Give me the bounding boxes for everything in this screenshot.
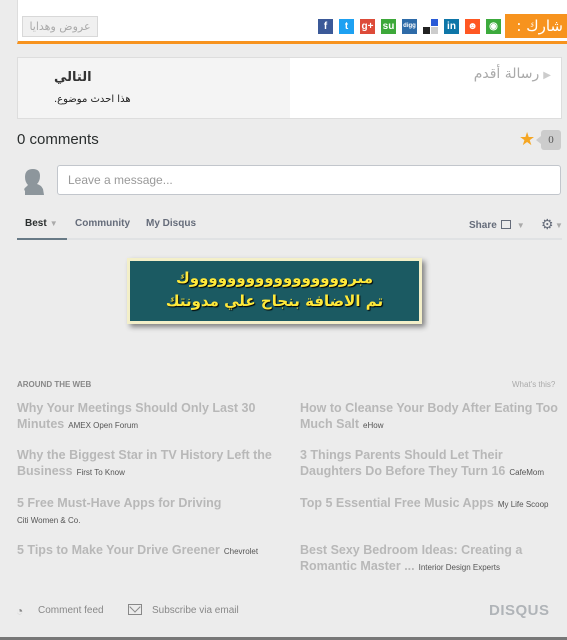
rec-source: eHow <box>363 421 384 430</box>
recommendation-item[interactable]: Top 5 Essential Free Music Apps My Life S… <box>300 495 565 513</box>
chevron-down-icon: ▼ <box>516 221 525 230</box>
rec-source: Interior Design Experts <box>418 563 500 572</box>
disqus-logo[interactable]: DISQUS <box>489 602 550 619</box>
message-input[interactable]: Leave a message... <box>57 165 561 195</box>
share-label: شارك : <box>505 14 567 38</box>
stumbleupon-icon[interactable]: su <box>381 19 396 34</box>
recommendation-item[interactable]: How to Cleanse Your Body After Eating To… <box>300 400 565 434</box>
share-icons: ◉ ☻ in digg su g+ t f <box>318 19 501 34</box>
digg-icon[interactable]: digg <box>402 19 417 34</box>
arrow-right-icon: ▶ <box>543 70 551 81</box>
delicious-icon[interactable] <box>423 19 438 34</box>
chevron-down-icon: ▼ <box>555 221 563 230</box>
email-icon <box>128 604 142 615</box>
offers-button[interactable]: عروض وهدايا <box>22 16 98 37</box>
newer-post-title: التالي <box>54 70 92 85</box>
banner-line-2: تم الاضافة بنجاح علي مدونتك <box>165 292 384 310</box>
chevron-down-icon: ▼ <box>49 219 58 228</box>
around-the-web-title: AROUND THE WEB <box>17 380 92 389</box>
post-navigation: التالي هذا احدث موضوع. ▶رسالة أقدم <box>17 57 562 119</box>
recommendation-item[interactable]: 5 Free Must-Have Apps for Driving Citi Wo… <box>17 495 282 529</box>
banner-line-1: مبروووووووووووووووووك <box>176 269 373 287</box>
rec-source: Citi Women & Co. <box>17 516 81 525</box>
facebook-icon[interactable]: f <box>318 19 333 34</box>
older-post-link[interactable]: ▶رسالة أقدم <box>290 58 561 118</box>
rec-source: My Life Scoop <box>497 500 549 509</box>
star-icon[interactable]: ★ <box>519 129 535 150</box>
newer-post-link[interactable]: التالي هذا احدث موضوع. <box>18 58 292 118</box>
recommendation-item[interactable]: Best Sexy Bedroom Ideas: Creating a Roma… <box>300 542 565 576</box>
comment-feed-link[interactable]: Comment feed <box>38 605 104 616</box>
linkedin-icon[interactable]: in <box>444 19 459 34</box>
active-tab-indicator <box>17 238 67 240</box>
rec-title: 5 Tips to Make Your Drive Greener <box>17 543 220 557</box>
tab-best-label: Best <box>25 218 47 229</box>
kik-icon[interactable]: ◉ <box>486 19 501 34</box>
tab-my-disqus[interactable]: My Disqus <box>146 218 196 229</box>
share-bar: عروض وهدايا ◉ ☻ in digg su g+ t f شارك : <box>17 0 567 44</box>
rec-source: Chevrolet <box>223 547 259 556</box>
share-button[interactable]: Share ▼ <box>469 220 525 231</box>
rec-title: 3 Things Parents Should Let Their Daught… <box>300 448 506 478</box>
recommendation-item[interactable]: Why the Biggest Star in TV History Left … <box>17 447 282 481</box>
tab-best[interactable]: Best ▼ <box>25 218 58 229</box>
newer-post-subtitle: هذا احدث موضوع. <box>54 94 131 105</box>
rec-source: First To Know <box>76 468 125 477</box>
recommendation-item[interactable]: 5 Tips to Make Your Drive Greener Chevrol… <box>17 542 282 560</box>
rss-icon: ◔ <box>16 604 24 618</box>
google-plus-icon[interactable]: g+ <box>360 19 375 34</box>
rec-source: CafeMom <box>509 468 545 477</box>
avatar <box>24 169 44 195</box>
rec-source: AMEX Open Forum <box>68 421 139 430</box>
tab-community[interactable]: Community <box>75 218 130 229</box>
recommendation-item[interactable]: 3 Things Parents Should Let Their Daught… <box>300 447 565 481</box>
reddit-icon[interactable]: ☻ <box>465 19 480 34</box>
older-post-label: رسالة أقدم <box>473 66 540 82</box>
subscribe-email-link[interactable]: Subscribe via email <box>152 605 239 616</box>
whats-this-link[interactable]: What's this? <box>512 380 555 389</box>
share-icon <box>500 220 511 229</box>
recommendation-item[interactable]: Why Your Meetings Should Only Last 30 Mi… <box>17 400 282 434</box>
rec-title: Why the Biggest Star in TV History Left … <box>17 448 272 478</box>
share-button-label: Share <box>469 220 497 231</box>
recommend-count: 0 <box>536 130 561 150</box>
comments-count: 0 comments <box>17 131 99 148</box>
success-banner: مبروووووووووووووووووك تم الاضافة بنجاح ع… <box>127 258 422 324</box>
rec-title: 5 Free Must-Have Apps for Driving <box>17 496 222 510</box>
rec-title: How to Cleanse Your Body After Eating To… <box>300 401 558 431</box>
gear-icon[interactable]: ⚙ <box>541 216 554 233</box>
twitter-icon[interactable]: t <box>339 19 354 34</box>
rec-title: Top 5 Essential Free Music Apps <box>300 496 494 510</box>
